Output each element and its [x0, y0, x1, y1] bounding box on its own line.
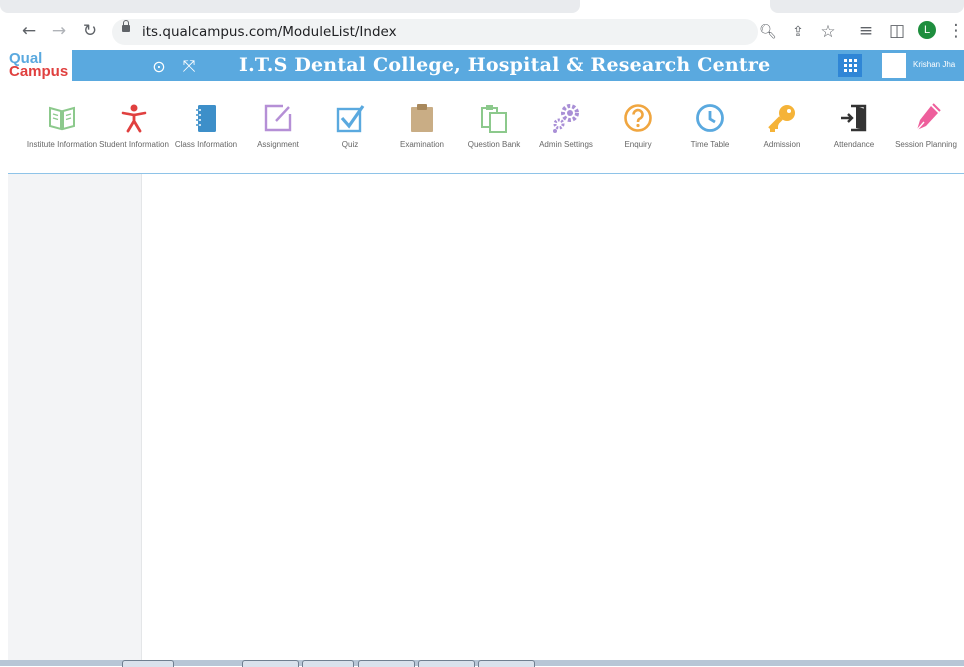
page-title: I.T.S Dental College, Hospital & Researc…: [239, 54, 771, 76]
module-session-planning[interactable]: Session Planning: [890, 101, 962, 165]
module-examination[interactable]: Examination: [386, 101, 458, 165]
module-label: Class Information: [174, 140, 238, 149]
profile-avatar[interactable]: L: [918, 21, 936, 39]
module-label: Examination: [399, 140, 445, 149]
module-label: Session Planning: [895, 140, 957, 149]
module-label: Admission: [763, 140, 801, 149]
module-label: Assignment: [257, 140, 299, 149]
pen-icon: [916, 103, 941, 131]
clipboard-icon: [411, 104, 433, 132]
open-book-icon: [49, 106, 75, 131]
address-bar[interactable]: its.qualcampus.com/ModuleList/Index 🔍︎ ⇪…: [112, 19, 836, 45]
side-panel-icon[interactable]: ◫: [886, 20, 908, 42]
module-attendance[interactable]: Attendance: [818, 101, 890, 165]
module-time-table[interactable]: Time Table: [674, 101, 746, 165]
browser-tab-strip: [0, 0, 964, 15]
module-label: Time Table: [690, 140, 730, 149]
clock-icon: [696, 104, 724, 132]
person-icon: [121, 104, 147, 133]
module-label: Student Information: [99, 140, 169, 149]
module-assignment[interactable]: Assignment: [242, 101, 314, 165]
module-label: Admin Settings: [539, 140, 593, 149]
zoom-icon[interactable]: 🔍︎: [757, 21, 779, 43]
reading-list-icon[interactable]: ≡: [855, 20, 877, 42]
url-text[interactable]: its.qualcampus.com/ModuleList/Index: [142, 24, 397, 40]
module-quiz[interactable]: Quiz: [314, 101, 386, 165]
sign-in-icon: [841, 104, 867, 132]
left-sidebar: [8, 174, 142, 660]
module-bar: Institute Information Student Informatio…: [8, 81, 964, 174]
apps-grid-icon: [843, 59, 857, 72]
logo[interactable]: Qual Campus: [8, 50, 72, 81]
module-label: Attendance: [833, 140, 875, 149]
menu-kebab-icon[interactable]: ⋮: [945, 20, 964, 42]
copy-clipboard-icon: [481, 105, 507, 133]
share-icon[interactable]: ⇪: [787, 21, 809, 43]
browser-toolbar: ← → ↻ its.qualcampus.com/ModuleList/Inde…: [0, 15, 964, 49]
checkbox-icon: [336, 105, 365, 133]
apps-grid-button[interactable]: [838, 54, 862, 77]
gears-icon: [553, 104, 579, 133]
module-student-information[interactable]: Student Information: [98, 101, 170, 165]
module-institute-information[interactable]: Institute Information: [26, 101, 98, 165]
reload-icon[interactable]: ↻: [79, 20, 101, 42]
module-enquiry[interactable]: Enquiry: [602, 101, 674, 165]
main-content: [142, 174, 964, 660]
bookmark-star-icon[interactable]: ☆: [817, 21, 839, 43]
user-avatar[interactable]: [882, 53, 906, 78]
user-name[interactable]: Krishan Jha: [913, 60, 955, 69]
browser-tab[interactable]: [770, 0, 964, 13]
notebook-icon: [196, 105, 216, 132]
module-label: Institute Information: [26, 140, 98, 149]
question-icon: [624, 104, 652, 132]
browser-tab[interactable]: [0, 0, 580, 13]
back-icon[interactable]: ←: [18, 20, 40, 42]
edit-icon: [264, 104, 292, 132]
module-label: Enquiry: [624, 140, 652, 149]
module-admin-settings[interactable]: Admin Settings: [530, 101, 602, 165]
key-icon: [768, 105, 795, 132]
forward-icon[interactable]: →: [48, 20, 70, 42]
app-header: Qual Campus ⊙ ⤧ I.T.S Dental College, Ho…: [8, 50, 964, 81]
fullscreen-icon[interactable]: ⤧: [179, 56, 199, 76]
lock-icon[interactable]: [122, 20, 130, 32]
module-label: Question Bank: [467, 140, 521, 149]
logo-text-bottom: Campus: [9, 63, 69, 80]
module-admission[interactable]: Admission: [746, 101, 818, 165]
module-class-information[interactable]: Class Information: [170, 101, 242, 165]
module-question-bank[interactable]: Question Bank: [458, 101, 530, 165]
module-label: Quiz: [341, 140, 359, 149]
toggle-circle-icon[interactable]: ⊙: [149, 56, 169, 76]
